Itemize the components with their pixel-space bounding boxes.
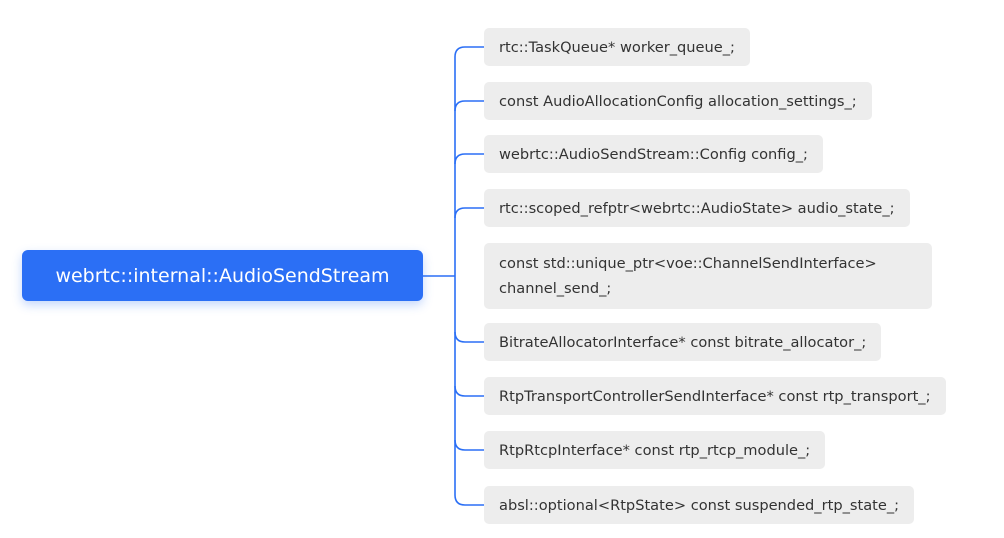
mind-map-canvas: webrtc::internal::AudioSendStream rtc::T… bbox=[0, 0, 1004, 538]
member-node[interactable]: absl::optional<RtpState> const suspended… bbox=[484, 486, 915, 524]
branch-connector-3 bbox=[454, 153, 484, 165]
branch-connector-8 bbox=[454, 439, 484, 451]
member-node[interactable]: rtc::TaskQueue* worker_queue_; bbox=[484, 28, 750, 66]
member-node[interactable]: RtpTransportControllerSendInterface* con… bbox=[484, 377, 946, 415]
member-label: rtc::scoped_refptr<webrtc::AudioState> a… bbox=[499, 199, 895, 217]
branch-connector-2 bbox=[454, 100, 484, 112]
root-node[interactable]: webrtc::internal::AudioSendStream bbox=[22, 250, 423, 301]
bracket-top bbox=[454, 46, 484, 276]
member-label: rtc::TaskQueue* worker_queue_; bbox=[499, 38, 735, 56]
bracket-bottom bbox=[454, 276, 484, 506]
branch-connector-7 bbox=[454, 385, 484, 397]
member-node[interactable]: const AudioAllocationConfig allocation_s… bbox=[484, 82, 872, 120]
member-node[interactable]: webrtc::AudioSendStream::Config config_; bbox=[484, 135, 823, 173]
member-label: webrtc::AudioSendStream::Config config_; bbox=[499, 145, 808, 163]
member-node[interactable]: const std::unique_ptr<voe::ChannelSendIn… bbox=[484, 243, 932, 309]
branch-connector-4 bbox=[454, 207, 484, 219]
member-label: const std::unique_ptr<voe::ChannelSendIn… bbox=[499, 255, 877, 297]
member-label: absl::optional<RtpState> const suspended… bbox=[499, 496, 900, 514]
member-node[interactable]: rtc::scoped_refptr<webrtc::AudioState> a… bbox=[484, 189, 910, 227]
member-node[interactable]: RtpRtcpInterface* const rtp_rtcp_module_… bbox=[484, 431, 826, 469]
member-node[interactable]: BitrateAllocatorInterface* const bitrate… bbox=[484, 323, 882, 361]
root-label: webrtc::internal::AudioSendStream bbox=[55, 264, 390, 287]
member-label: const AudioAllocationConfig allocation_s… bbox=[499, 92, 857, 110]
member-label: BitrateAllocatorInterface* const bitrate… bbox=[499, 333, 867, 351]
member-label: RtpTransportControllerSendInterface* con… bbox=[499, 387, 931, 405]
branch-connector-6 bbox=[454, 331, 484, 343]
member-label: RtpRtcpInterface* const rtp_rtcp_module_… bbox=[499, 441, 811, 459]
